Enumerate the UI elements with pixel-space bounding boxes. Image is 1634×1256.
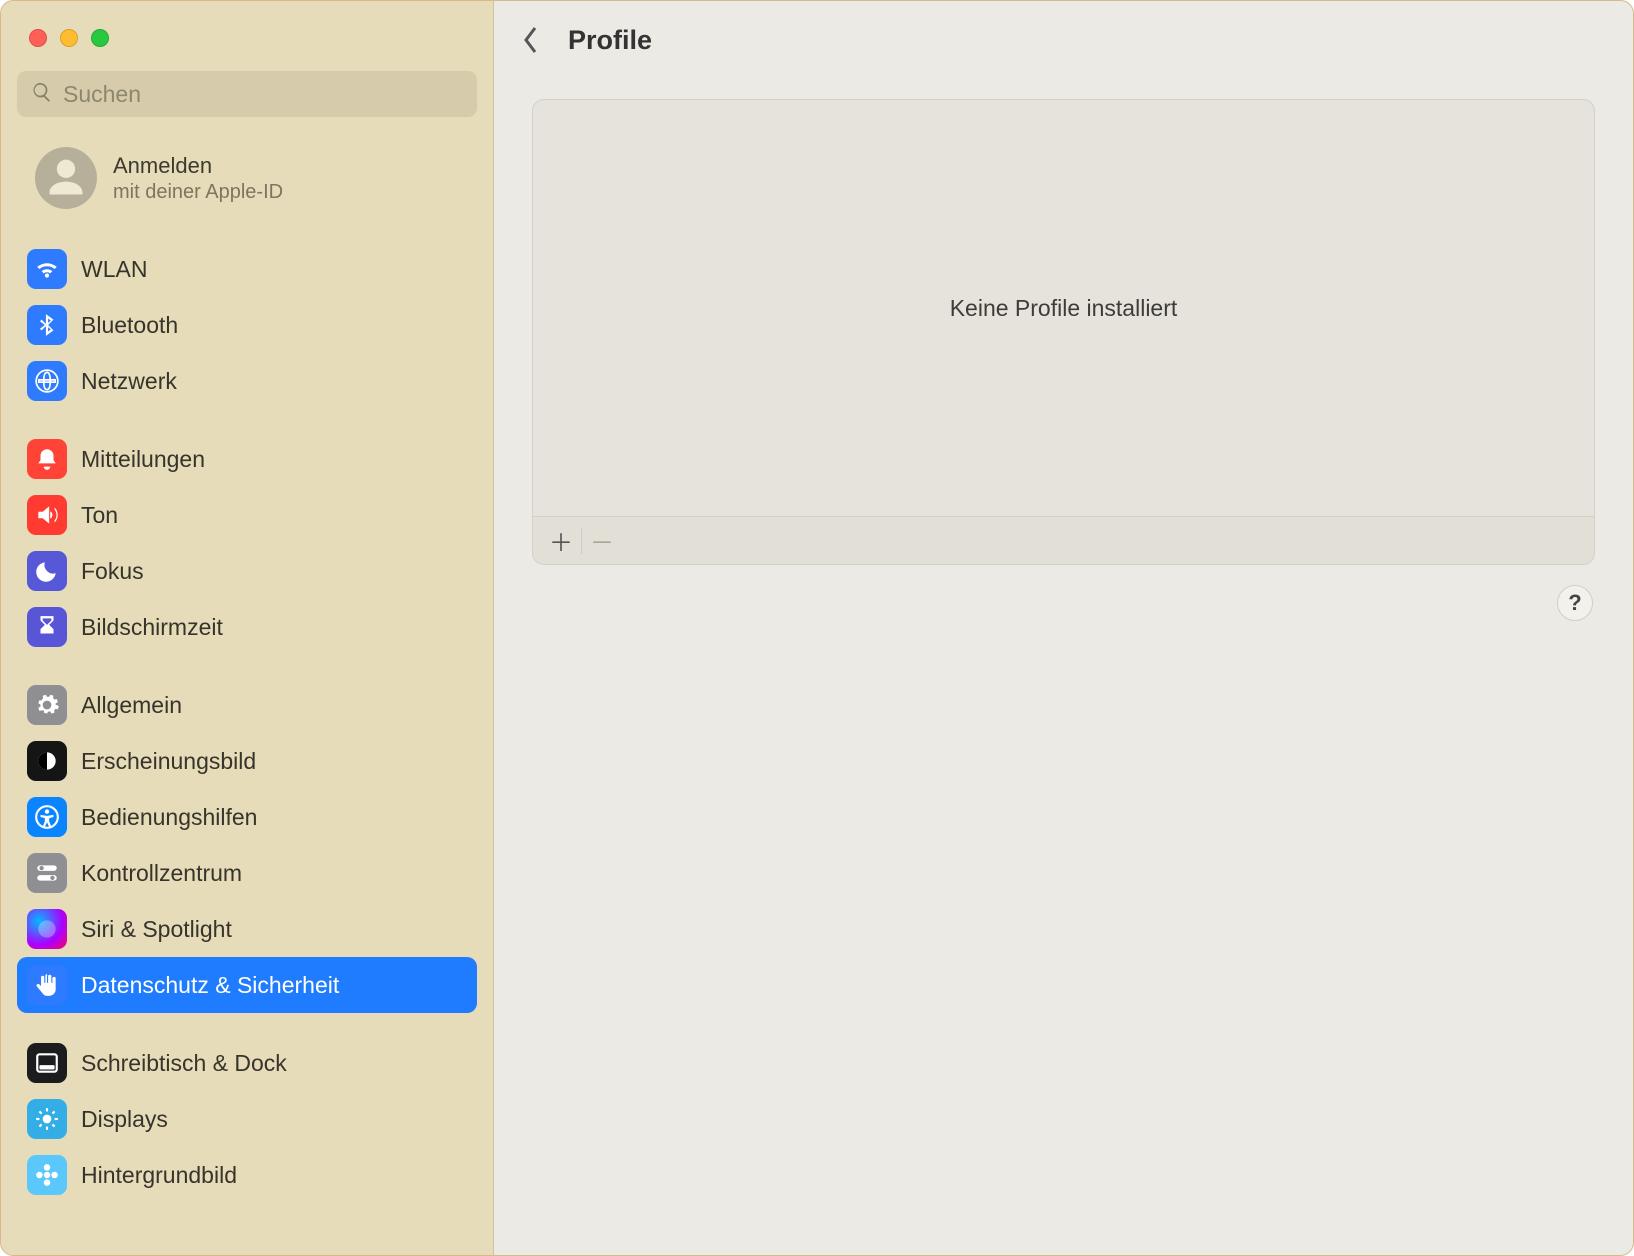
sidebar-item-label: Kontrollzentrum: [81, 860, 242, 887]
switches-icon: [27, 853, 67, 893]
settings-window: Anmelden mit deiner Apple-ID WLAN Bluetoo…: [0, 0, 1634, 1256]
sidebar-item-label: Bluetooth: [81, 312, 178, 339]
search-field[interactable]: [17, 71, 477, 117]
back-button[interactable]: [516, 25, 546, 55]
sidebar-item-flower[interactable]: Hintergrundbild: [17, 1147, 477, 1203]
dock-icon: [27, 1043, 67, 1083]
sidebar-nav: WLAN Bluetooth Netzwerk Mitteilungen Ton Foku…: [1, 227, 493, 1255]
sidebar-item-label: WLAN: [81, 256, 147, 283]
bluetooth-icon: [27, 305, 67, 345]
sidebar-item-sun[interactable]: Displays: [17, 1091, 477, 1147]
gear-icon: [27, 685, 67, 725]
sidebar-item-label: Allgemein: [81, 692, 182, 719]
sidebar-item-hourglass[interactable]: Bildschirmzeit: [17, 599, 477, 655]
avatar-icon: [35, 147, 97, 209]
content-header: Profile: [494, 1, 1633, 79]
sidebar-item-moon[interactable]: Fokus: [17, 543, 477, 599]
sidebar-item-label: Hintergrundbild: [81, 1162, 237, 1189]
sidebar-item-wifi[interactable]: WLAN: [17, 241, 477, 297]
sidebar-item-bluetooth[interactable]: Bluetooth: [17, 297, 477, 353]
main-content: Profile Keine Profile installiert ＋ － ?: [494, 1, 1633, 1255]
maximize-window-button[interactable]: [91, 29, 109, 47]
sidebar-item-label: Datenschutz & Sicherheit: [81, 972, 339, 999]
close-window-button[interactable]: [29, 29, 47, 47]
help-button[interactable]: ?: [1557, 585, 1593, 621]
sidebar-item-speaker[interactable]: Ton: [17, 487, 477, 543]
sidebar-item-label: Ton: [81, 502, 118, 529]
remove-profile-button: －: [582, 521, 622, 561]
sidebar-item-appearance[interactable]: Erscheinungsbild: [17, 733, 477, 789]
profiles-footer: ＋ －: [533, 516, 1594, 564]
window-controls: [1, 7, 493, 57]
appearance-icon: [27, 741, 67, 781]
profiles-empty-area: Keine Profile installiert: [533, 100, 1594, 516]
sidebar-item-siri[interactable]: Siri & Spotlight: [17, 901, 477, 957]
sidebar-item-label: Fokus: [81, 558, 144, 585]
sidebar-item-label: Bildschirmzeit: [81, 614, 223, 641]
signin-title: Anmelden: [113, 153, 283, 179]
profiles-panel: Keine Profile installiert ＋ －: [532, 99, 1595, 565]
minimize-window-button[interactable]: [60, 29, 78, 47]
sidebar-item-switches[interactable]: Kontrollzentrum: [17, 845, 477, 901]
sidebar-item-accessibility[interactable]: Bedienungshilfen: [17, 789, 477, 845]
search-icon: [31, 81, 53, 108]
sidebar-item-label: Schreibtisch & Dock: [81, 1050, 287, 1077]
sidebar-item-label: Bedienungshilfen: [81, 804, 257, 831]
empty-message: Keine Profile installiert: [950, 295, 1178, 322]
wifi-icon: [27, 249, 67, 289]
sidebar-item-globe[interactable]: Netzwerk: [17, 353, 477, 409]
accessibility-icon: [27, 797, 67, 837]
sidebar-item-hand[interactable]: Datenschutz & Sicherheit: [17, 957, 477, 1013]
siri-icon: [27, 909, 67, 949]
globe-icon: [27, 361, 67, 401]
sidebar-item-label: Siri & Spotlight: [81, 916, 232, 943]
sidebar-item-bell[interactable]: Mitteilungen: [17, 431, 477, 487]
signin-subtitle: mit deiner Apple-ID: [113, 181, 283, 204]
add-profile-button[interactable]: ＋: [541, 521, 581, 561]
speaker-icon: [27, 495, 67, 535]
sidebar-item-label: Mitteilungen: [81, 446, 205, 473]
search-input[interactable]: [63, 81, 463, 108]
page-title: Profile: [568, 25, 652, 56]
sun-icon: [27, 1099, 67, 1139]
hourglass-icon: [27, 607, 67, 647]
sidebar-item-gear[interactable]: Allgemein: [17, 677, 477, 733]
hand-icon: [27, 965, 67, 1005]
sidebar-item-label: Displays: [81, 1106, 168, 1133]
flower-icon: [27, 1155, 67, 1195]
sidebar-item-label: Netzwerk: [81, 368, 177, 395]
sidebar-item-dock[interactable]: Schreibtisch & Dock: [17, 1035, 477, 1091]
bell-icon: [27, 439, 67, 479]
sidebar-item-label: Erscheinungsbild: [81, 748, 256, 775]
moon-icon: [27, 551, 67, 591]
apple-id-signin[interactable]: Anmelden mit deiner Apple-ID: [1, 125, 493, 227]
sidebar: Anmelden mit deiner Apple-ID WLAN Bluetoo…: [1, 1, 494, 1255]
